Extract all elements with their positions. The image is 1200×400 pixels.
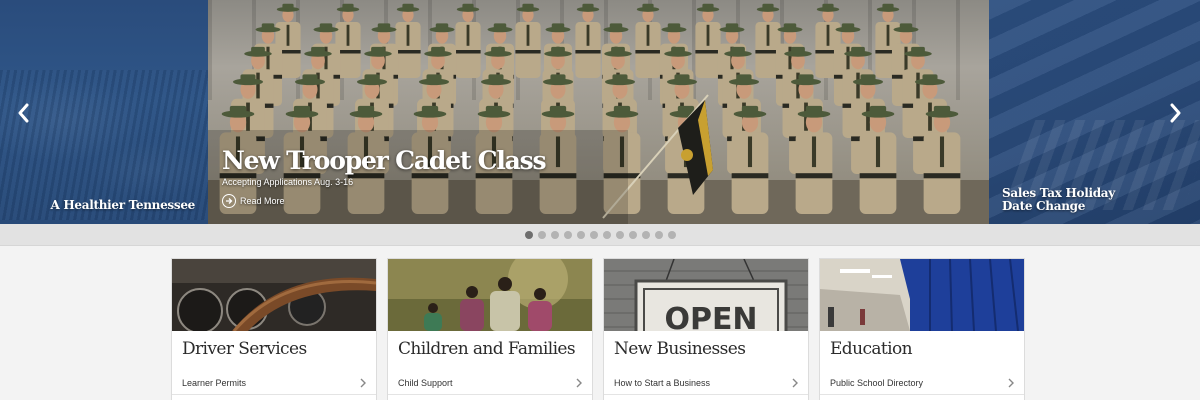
slide-title: New Trooper Cadet Class [222, 146, 547, 175]
slide-main[interactable]: New Trooper Cadet Class Accepting Applic… [208, 0, 989, 224]
card-new-businesses[interactable]: OPEN New Businesses How to Start a Busin… [603, 258, 809, 400]
card-link-education[interactable]: Public School Directory [820, 371, 1024, 395]
card-link-label: Child Support [398, 377, 453, 388]
carousel-prev-button[interactable] [12, 100, 36, 126]
carousel-dot[interactable] [576, 230, 585, 239]
slide-caption-right-line2: Date Change [1002, 199, 1086, 213]
slide-subtitle: Accepting Applications Aug. 3-16 [222, 177, 354, 187]
chevron-right-icon [1008, 378, 1014, 388]
card-image-driver-services [172, 259, 376, 331]
carousel-dot[interactable] [628, 230, 637, 239]
chevron-left-icon [18, 103, 29, 123]
chevron-right-icon [792, 378, 798, 388]
carousel-dot[interactable] [524, 230, 533, 239]
carousel-dot[interactable] [537, 230, 546, 239]
arrow-right-circle-icon [222, 194, 236, 208]
card-title-new-businesses: New Businesses [614, 339, 746, 359]
card-education[interactable]: Education Public School Directory [819, 258, 1025, 400]
svg-text:OPEN: OPEN [664, 302, 757, 331]
carousel-dot[interactable] [667, 230, 676, 239]
card-link-label: How to Start a Business [614, 377, 711, 388]
carousel-dot[interactable] [641, 230, 650, 239]
card-title-education: Education [830, 339, 913, 359]
carousel-pagination [0, 224, 1200, 246]
chevron-right-icon [576, 378, 582, 388]
hero-carousel: A Healthier Tennessee New Trooper Cadet … [0, 0, 1200, 224]
read-more-link[interactable]: Read More [222, 194, 285, 208]
card-image-new-businesses: OPEN [604, 259, 808, 331]
card-title-children-families: Children and Families [398, 339, 576, 359]
chevron-right-icon [1170, 103, 1181, 123]
carousel-dot[interactable] [563, 230, 572, 239]
card-children-families[interactable]: Children and Families Child Support [387, 258, 593, 400]
cadet-class-photo [208, 3, 989, 224]
carousel-dot[interactable] [589, 230, 598, 239]
carousel-dot[interactable] [654, 230, 663, 239]
card-image-education [820, 259, 1024, 331]
card-driver-services[interactable]: Driver Services Learner Permits [171, 258, 377, 400]
chevron-right-icon [360, 378, 366, 388]
carousel-next-button[interactable] [1163, 100, 1187, 126]
card-link-label: Learner Permits [182, 377, 247, 388]
slide-caption-left: A Healthier Tennessee [50, 198, 195, 212]
carousel-dot[interactable] [615, 230, 624, 239]
slide-caption-right: Sales Tax Holiday Date Change [1002, 187, 1122, 213]
carousel-dot[interactable] [550, 230, 559, 239]
carousel-dot[interactable] [602, 230, 611, 239]
card-link-children-families[interactable]: Child Support [388, 371, 592, 395]
card-link-driver-services[interactable]: Learner Permits [172, 371, 376, 395]
service-cards: Driver Services Learner Permits Children… [171, 258, 1025, 400]
card-title-driver-services: Driver Services [182, 339, 307, 359]
slide-caption-right-line1: Sales Tax Holiday [1002, 186, 1115, 200]
read-more-label: Read More [240, 196, 285, 206]
card-image-children-families [388, 259, 592, 331]
card-link-label: Public School Directory [830, 377, 924, 388]
card-link-new-businesses[interactable]: How to Start a Business [604, 371, 808, 395]
